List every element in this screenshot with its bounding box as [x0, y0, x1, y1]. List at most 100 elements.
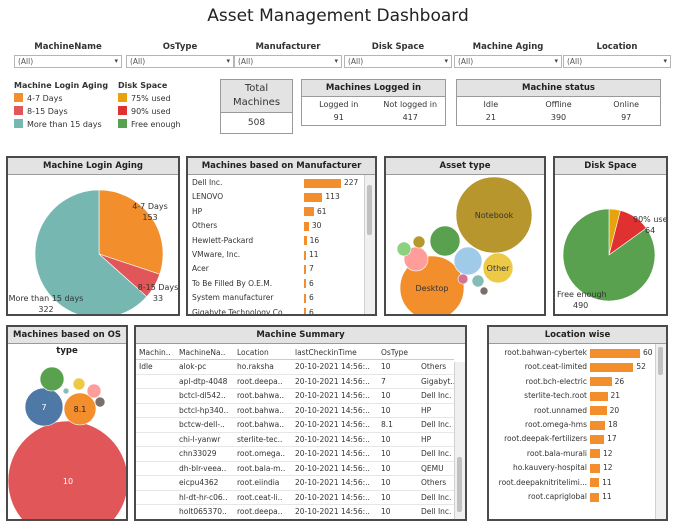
filter-dropdown[interactable]: (All) ▾: [14, 55, 122, 68]
legend-item-75-used[interactable]: 75% used: [118, 93, 208, 106]
manufacturer-scrollbar[interactable]: [364, 175, 375, 314]
login-aging-pie-chart[interactable]: 4-7 Days 153 8-15 Days 33 More than 15 days 3…: [8, 175, 178, 319]
bar[interactable]: [590, 377, 612, 387]
table-row[interactable]: bctcl-hp340.. root.bahwa.. 20-10-2021 14:5…: [136, 403, 454, 418]
bar[interactable]: [304, 308, 306, 314]
bar[interactable]: [590, 492, 600, 502]
bar[interactable]: [304, 192, 323, 202]
os-bubble[interactable]: [94, 396, 106, 408]
asset-bubble[interactable]: [479, 286, 489, 296]
table-cell: eicpu4362: [176, 475, 234, 491]
col-header[interactable]: Machin..: [136, 345, 176, 360]
col-header[interactable]: Location: [234, 345, 292, 360]
bar-category-label: root.bch-electric: [525, 376, 587, 386]
bar[interactable]: [304, 207, 314, 217]
legend-item-4-7-days[interactable]: 4-7 Days: [14, 93, 124, 106]
asset-bubble[interactable]: [396, 241, 412, 257]
legend-item-90-used[interactable]: 90% used: [118, 106, 208, 119]
table-row[interactable]: dh-blr-veea.. root.bala-m.. 20-10-2021 14:…: [136, 461, 454, 476]
os-type-bubble-chart[interactable]: 10 7 8.1: [7, 344, 129, 527]
bar-value-label: 6: [309, 307, 314, 314]
legend-swatch: [118, 119, 127, 128]
table-row[interactable]: chn33029 root.omega.. 20-10-2021 14:56:.. 1…: [136, 446, 454, 462]
bar-category-label: root.deepaknitritelimi...: [498, 477, 587, 487]
asset-bubble[interactable]: [457, 273, 469, 285]
table-row[interactable]: apl-dtp-4048 root.deepa.. 20-10-2021 14:56…: [136, 374, 454, 389]
filter-dropdown[interactable]: (All) ▾: [344, 55, 452, 68]
legend-item-8-15-days[interactable]: 8-15 Days: [14, 106, 124, 119]
os-bubble[interactable]: [7, 420, 129, 527]
table-cell: root.omega..: [234, 446, 292, 462]
legend-swatch: [118, 106, 127, 115]
table-cell: 10: [378, 403, 418, 418]
bar[interactable]: [590, 449, 600, 459]
filter-label: Disk Space: [371, 42, 425, 52]
total-machines-value: 508: [247, 118, 266, 128]
bar[interactable]: [590, 434, 605, 444]
bar-category-label: VMware, Inc.: [192, 250, 241, 259]
os-bubble[interactable]: [86, 383, 102, 399]
asset-bubble[interactable]: [453, 246, 483, 276]
scrollbar-thumb[interactable]: [367, 185, 372, 235]
location-scrollbar[interactable]: [655, 344, 666, 519]
table-row[interactable]: chi-l-yanwr sterlite-tec.. 20-10-2021 14:5…: [136, 432, 454, 447]
offline-col: Offline: [545, 100, 572, 109]
bar-value-label: 227: [344, 178, 359, 187]
legend-item-more-15-days[interactable]: More than 15 days: [14, 119, 124, 132]
asset-type-bubble-chart[interactable]: Notebook Desktop Other: [386, 175, 544, 321]
machine-status-card: Machine status Idle Offline Online 21 39…: [456, 79, 661, 126]
col-header[interactable]: lastCheckinTime: [292, 345, 378, 360]
bar[interactable]: [304, 250, 306, 260]
disk-space-pie-chart[interactable]: 90% used 64 Free enough 490: [555, 175, 673, 314]
bar[interactable]: [304, 221, 309, 231]
summary-scrollbar[interactable]: [454, 362, 465, 519]
os-bubble[interactable]: [39, 366, 65, 392]
filter-dropdown[interactable]: (All) ▾: [234, 55, 342, 68]
bar-value-label: 30: [311, 221, 322, 231]
bar[interactable]: [304, 293, 306, 303]
filter-dropdown[interactable]: (All) ▾: [563, 55, 671, 68]
bar[interactable]: [304, 279, 306, 289]
table-row[interactable]: eicpu4362 root.eiindia 20-10-2021 14:56:..…: [136, 475, 454, 491]
table-row[interactable]: bctcw-dell-.. root.bahwa.. 20-10-2021 14:5…: [136, 417, 454, 433]
os-bubble[interactable]: [62, 387, 70, 395]
bar[interactable]: [590, 420, 605, 430]
bar-category-label: Hewlett-Packard: [192, 235, 254, 245]
asset-bubble[interactable]: [471, 274, 485, 288]
pie-slice-value: 64: [645, 226, 655, 235]
table-row[interactable]: holt065370.. root.deepa.. 20-10-2021 14:56…: [136, 504, 454, 519]
table-row[interactable]: bctcl-dl542.. root.bahwa.. 20-10-2021 14:5…: [136, 388, 454, 404]
table-row[interactable]: Idle alok-pc ho.raksha 20-10-2021 14:56:.. 1…: [136, 359, 454, 375]
filter-dropdown[interactable]: (All) ▾: [126, 55, 234, 68]
status-group-cell: [136, 388, 176, 404]
legend-item-free-enough[interactable]: Free enough: [118, 119, 208, 132]
col-header[interactable]: OsType: [378, 345, 418, 360]
bar[interactable]: [304, 236, 307, 246]
col-header[interactable]: [418, 345, 454, 360]
table-row[interactable]: hl-dt-hr-c06.. root.ceat-li.. 20-10-2021 1…: [136, 490, 454, 505]
bar[interactable]: [590, 463, 600, 473]
table-cell: root.eiindia: [234, 475, 292, 491]
filter-value: (All): [458, 57, 474, 66]
bar[interactable]: [304, 178, 341, 188]
manufacturer-title: Machines based on Manufacturer: [188, 158, 375, 175]
scrollbar-thumb[interactable]: [457, 457, 462, 512]
col-header[interactable]: MachineNa..: [176, 345, 234, 360]
chevron-down-icon: ▾: [334, 57, 338, 65]
bar-category-label: ho.kauvery-hospital: [512, 463, 587, 473]
bar[interactable]: [590, 406, 607, 416]
os-bubble[interactable]: [72, 377, 86, 391]
bar[interactable]: [590, 391, 608, 401]
bar[interactable]: [590, 478, 600, 488]
scrollbar-thumb[interactable]: [658, 347, 663, 375]
table-cell: dh-blr-veea..: [176, 461, 234, 476]
bar[interactable]: [304, 264, 306, 274]
asset-bubble[interactable]: [429, 225, 461, 257]
asset-bubble[interactable]: [412, 235, 426, 249]
total-machines-title: Total Machines: [221, 80, 292, 113]
table-cell: Dell Inc.: [418, 417, 454, 433]
bar[interactable]: [590, 348, 640, 358]
bar-category-label: LENOVO: [192, 192, 224, 202]
bar[interactable]: [590, 362, 634, 372]
filter-dropdown[interactable]: (All) ▾: [454, 55, 562, 68]
